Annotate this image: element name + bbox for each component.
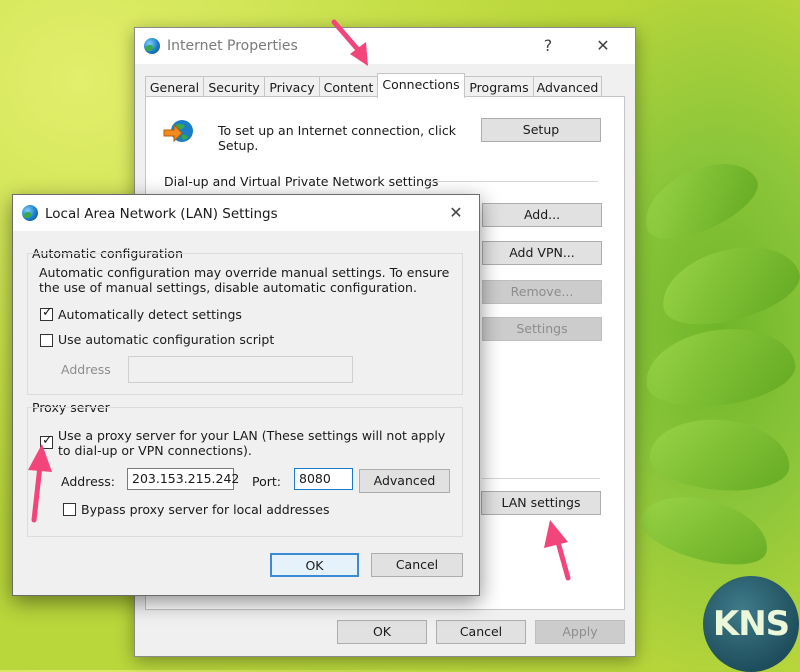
- bypass-local-label: Bypass proxy server for local addresses: [81, 502, 330, 517]
- setup-button[interactable]: Setup: [481, 118, 601, 142]
- auto-script-checkbox[interactable]: [40, 334, 53, 347]
- proxy-advanced-button[interactable]: Advanced: [359, 469, 450, 493]
- tab-programs[interactable]: Programs: [464, 76, 534, 98]
- lan-settings-dialog: Local Area Network (LAN) Settings ✕ Auto…: [12, 194, 480, 596]
- close-button[interactable]: ✕: [588, 34, 618, 58]
- check-icon: ✓: [42, 305, 53, 320]
- annotation-arrow-use-proxy: [28, 444, 52, 523]
- lan-dialog-title: Local Area Network (LAN) Settings: [45, 206, 278, 222]
- tab-content[interactable]: Content: [319, 76, 378, 98]
- kns-watermark-logo: KNS: [703, 576, 799, 672]
- bypass-local-checkbox[interactable]: [63, 503, 76, 516]
- script-address-input[interactable]: [128, 356, 353, 383]
- leaf-decoration: [632, 147, 768, 253]
- add-vpn-button[interactable]: Add VPN...: [482, 241, 602, 265]
- add-button[interactable]: Add...: [482, 203, 602, 227]
- tab-advanced[interactable]: Advanced: [533, 76, 602, 98]
- auto-detect-label: Automatically detect settings: [58, 307, 242, 322]
- help-button[interactable]: ?: [533, 34, 563, 58]
- lan-close-button[interactable]: ✕: [441, 201, 471, 225]
- leaf-decoration: [640, 319, 800, 416]
- script-address-label: Address: [61, 362, 111, 377]
- globe-icon: [22, 205, 38, 221]
- cancel-button[interactable]: Cancel: [436, 620, 526, 644]
- tab-general[interactable]: General: [145, 76, 204, 98]
- annotation-arrow-lan-settings: [544, 520, 571, 581]
- lan-cancel-button[interactable]: Cancel: [371, 553, 463, 577]
- lan-ok-button[interactable]: OK: [270, 553, 359, 577]
- use-proxy-label: Use a proxy server for your LAN (These s…: [58, 428, 446, 458]
- dialup-section-label: Dial-up and Virtual Private Network sett…: [164, 174, 439, 189]
- globe-arrow-icon: [163, 120, 193, 143]
- remove-button[interactable]: Remove...: [482, 280, 602, 304]
- apply-button[interactable]: Apply: [535, 620, 625, 644]
- proxy-address-label: Address:: [61, 474, 115, 489]
- proxy-address-input[interactable]: 203.153.215.242: [127, 468, 239, 490]
- auto-script-label: Use automatic configuration script: [58, 332, 275, 347]
- globe-icon: [144, 38, 160, 54]
- lan-title-bar: Local Area Network (LAN) Settings ✕: [13, 195, 479, 231]
- settings-button[interactable]: Settings: [482, 317, 602, 341]
- tab-connections[interactable]: Connections: [377, 73, 465, 98]
- divider: [482, 478, 600, 479]
- title-bar: Internet Properties ? ✕: [135, 28, 635, 64]
- annotation-arrow-connections: [331, 19, 368, 66]
- tab-security[interactable]: Security: [203, 76, 265, 98]
- auto-config-description: Automatic configuration may override man…: [39, 265, 450, 295]
- port-label: Port:: [252, 474, 281, 489]
- window-title: Internet Properties: [167, 38, 298, 54]
- leaf-decoration: [653, 233, 800, 337]
- lan-settings-button[interactable]: LAN settings: [481, 491, 601, 515]
- tab-privacy[interactable]: Privacy: [264, 76, 320, 98]
- setup-description: To set up an Internet connection, click …: [218, 123, 456, 153]
- leaf-decoration: [634, 484, 776, 576]
- ok-button[interactable]: OK: [337, 620, 427, 644]
- leaf-decoration: [647, 414, 793, 496]
- divider: [426, 181, 598, 182]
- port-input[interactable]: 8080: [294, 468, 353, 490]
- auto-detect-checkbox[interactable]: ✓: [40, 305, 53, 321]
